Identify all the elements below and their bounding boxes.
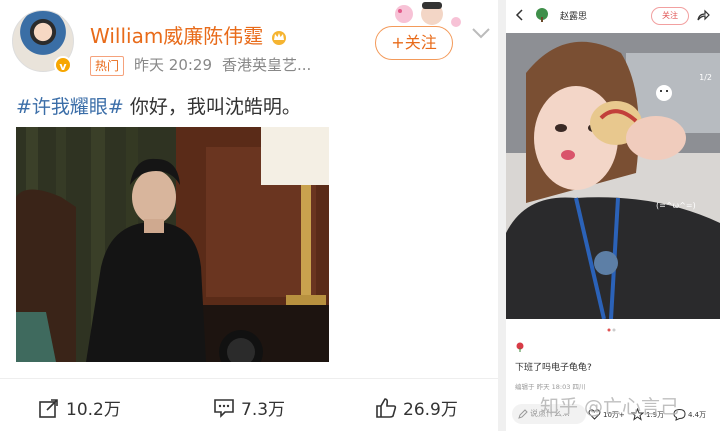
follow-button[interactable]: 关注 bbox=[651, 7, 689, 25]
divider bbox=[0, 378, 498, 379]
note-caption: 下班了吗电子龟龟? bbox=[515, 363, 592, 373]
watermark: 知乎 @亡心言己 bbox=[540, 396, 680, 418]
note-image: (=^ω^=) bbox=[506, 33, 720, 319]
username[interactable]: William威廉陈伟霆 bbox=[90, 20, 289, 49]
photo-image bbox=[16, 127, 329, 362]
weibo-post: v William威廉陈伟霆 热门 昨天 20:29 香港英皇艺... +关注 #许… bbox=[0, 0, 498, 431]
post-time: 昨天 20:29 bbox=[134, 56, 213, 74]
post-text: #许我耀眼# 你好，我叫沈皓明。 bbox=[16, 92, 301, 119]
back-icon[interactable] bbox=[514, 9, 526, 21]
share-icon[interactable] bbox=[696, 8, 710, 22]
crown-icon bbox=[272, 31, 287, 45]
note-photo[interactable]: (=^ω^=) 1/2 bbox=[506, 33, 720, 319]
repost-count: 10.2万 bbox=[66, 400, 121, 420]
thumbs-up-icon bbox=[376, 397, 397, 418]
comment-button[interactable]: 7.3万 bbox=[213, 395, 285, 420]
tree-avatar-icon[interactable] bbox=[534, 7, 550, 23]
post-body: 你好，我叫沈皓明。 bbox=[123, 96, 301, 118]
screenshot-collage: v William威廉陈伟霆 热门 昨天 20:29 香港英皇艺... +关注 #许… bbox=[0, 0, 720, 431]
hashtag-link[interactable]: #许我耀眼# bbox=[16, 96, 124, 118]
note-post: 赵露思 关注 (=^ω^=) 1/2 下班了吗电子龟龟? 编辑于 昨天 18:0… bbox=[506, 0, 720, 431]
repost-icon bbox=[39, 398, 58, 418]
comment-icon bbox=[214, 398, 234, 418]
like-button[interactable]: 26.9万 bbox=[375, 395, 458, 420]
photo-pager: 1/2 bbox=[699, 73, 712, 82]
rose-emoji-icon bbox=[516, 342, 524, 352]
panel-divider bbox=[498, 0, 506, 431]
photo-caption-text: (=^ω^=) bbox=[656, 201, 696, 210]
comment-count: 4.4万 bbox=[688, 410, 707, 419]
follow-button[interactable]: +关注 bbox=[375, 26, 453, 60]
hot-badge: 热门 bbox=[90, 56, 125, 76]
post-meta: 热门 昨天 20:29 香港英皇艺... bbox=[90, 54, 311, 76]
author-name[interactable]: 赵露思 bbox=[560, 9, 587, 22]
carousel-dots bbox=[607, 328, 616, 332]
verified-badge: v bbox=[54, 56, 72, 74]
note-meta: 编辑于 昨天 18:03 四川 bbox=[515, 383, 586, 391]
comment-count: 7.3万 bbox=[241, 400, 286, 420]
username-text[interactable]: William威廉陈伟霆 bbox=[90, 24, 263, 48]
like-count: 26.9万 bbox=[403, 400, 458, 420]
pen-icon bbox=[518, 409, 528, 419]
post-photo[interactable] bbox=[16, 127, 329, 362]
repost-button[interactable]: 10.2万 bbox=[38, 395, 121, 420]
post-source: 香港英皇艺... bbox=[222, 56, 312, 74]
chevron-down-icon[interactable] bbox=[471, 26, 491, 40]
